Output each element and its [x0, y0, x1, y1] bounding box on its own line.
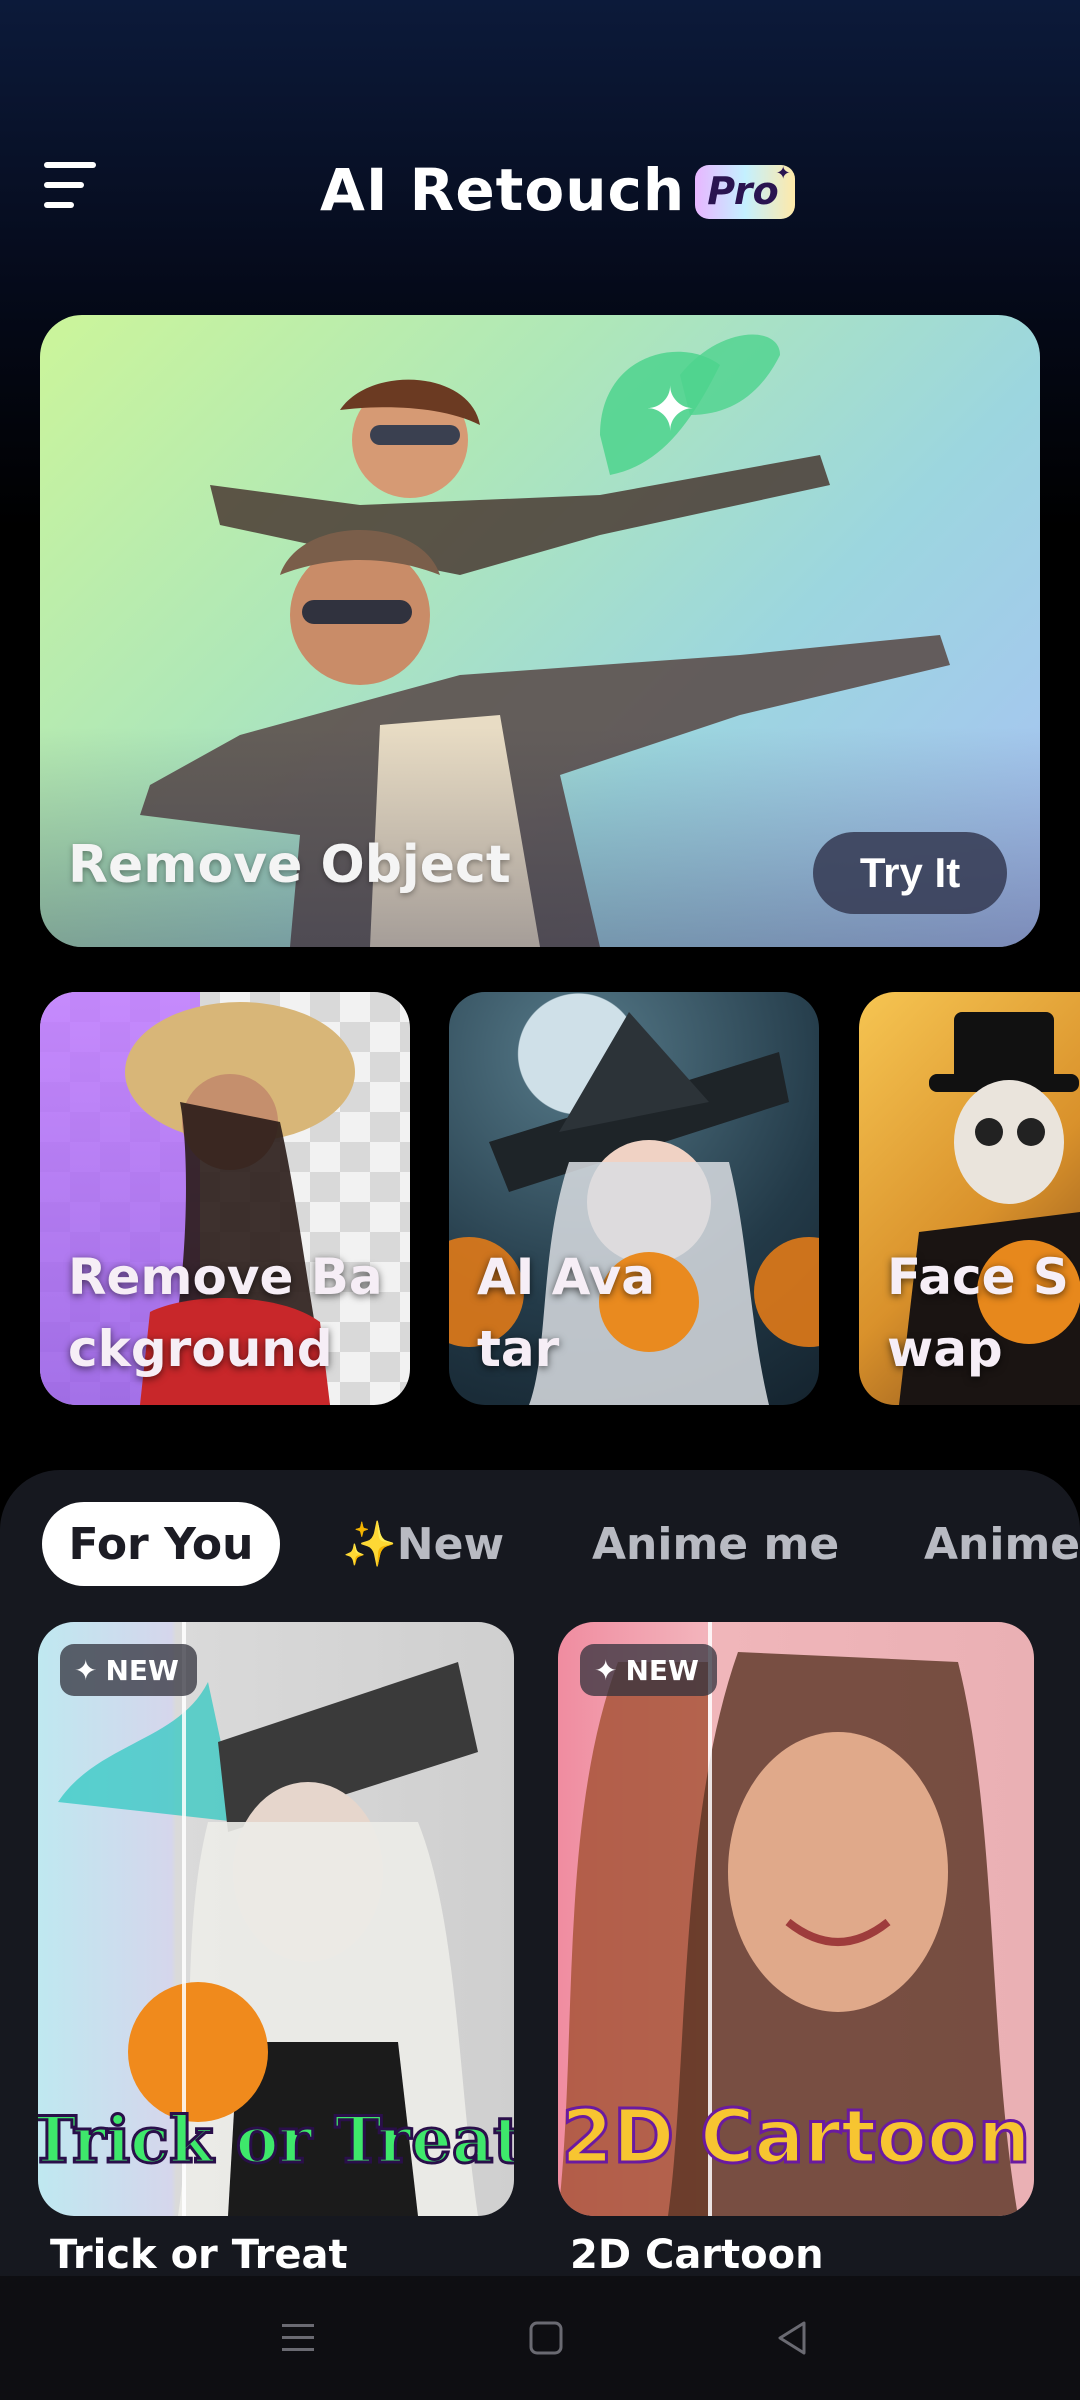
skull-eye: [1017, 1118, 1045, 1146]
sparkle-icon: ✦: [74, 1653, 98, 1687]
paint-splash: [58, 1682, 238, 1822]
tab-anime-me[interactable]: Anime me: [592, 1502, 839, 1586]
new-badge: ✦ NEW: [60, 1644, 197, 1696]
home-icon[interactable]: [514, 2306, 578, 2370]
hamburger-menu-icon[interactable]: [40, 160, 102, 216]
menu-line: [44, 202, 74, 208]
feature-card-face-swap[interactable]: Face Swap: [859, 992, 1080, 1405]
tile-title: 2D Cartoon: [570, 2232, 824, 2278]
system-navigation-bar: [0, 2276, 1080, 2400]
tile-title: Trick or Treat: [50, 2232, 348, 2278]
app-screen: AI Retouch Pro ✦ ✦ Remove Object Try It …: [0, 0, 1080, 2400]
tile-art-text: Trick or Treat: [38, 2103, 514, 2178]
menu-line: [44, 162, 96, 168]
tile-illustration: 2D Cartoon: [558, 1622, 1032, 2216]
sparkle-icon: ✦: [594, 1653, 618, 1687]
app-logo: AI Retouch Pro ✦: [320, 150, 795, 230]
sunglasses: [302, 600, 412, 624]
template-tile-trick-or-treat[interactable]: Trick or Treat ✦ NEW: [38, 1622, 514, 2216]
try-it-button[interactable]: Try It: [813, 832, 1007, 914]
new-badge-label: NEW: [625, 1653, 699, 1687]
tile-illustration: Trick or Treat: [38, 1622, 514, 2216]
feature-card-ai-avatar[interactable]: AI Avatar: [449, 992, 819, 1405]
feature-label: AI Avatar: [477, 1248, 655, 1378]
pro-badge-label: Pro: [707, 169, 779, 213]
template-tile-2d-cartoon[interactable]: 2D Cartoon ✦ NEW: [558, 1622, 1034, 2216]
app-header: AI Retouch Pro ✦: [0, 0, 1080, 300]
top-hat: [954, 1012, 1054, 1082]
sparkle-icon: ✦: [775, 163, 791, 184]
tab-new[interactable]: ✨New: [342, 1502, 504, 1586]
pumpkin: [754, 1237, 819, 1347]
tile-art-text: 2D Cartoon: [561, 2094, 1030, 2180]
hero-title: Remove Object: [68, 835, 511, 895]
new-badge: ✦ NEW: [580, 1644, 717, 1696]
person-face: [728, 1732, 948, 2012]
tab-for-you[interactable]: For You: [42, 1502, 280, 1586]
tab-anime[interactable]: Anime: [924, 1502, 1080, 1586]
hero-banner-remove-object[interactable]: ✦ Remove Object Try It: [40, 315, 1040, 947]
back-icon[interactable]: [760, 2306, 824, 2370]
feature-card-remove-background[interactable]: Remove Background: [40, 992, 410, 1405]
new-badge-label: NEW: [105, 1653, 179, 1687]
content-panel: For You ✨New Anime me Anime Trick or Tre…: [0, 1470, 1080, 2400]
feature-label: Face Swap: [887, 1248, 1069, 1378]
feature-label: Remove Background: [68, 1248, 383, 1378]
skull-face: [954, 1080, 1064, 1204]
pro-badge[interactable]: Pro ✦: [695, 163, 795, 219]
skull-eye: [975, 1118, 1003, 1146]
pumpkin: [128, 1982, 268, 2122]
sunglasses: [370, 425, 460, 445]
recents-icon[interactable]: [266, 2306, 330, 2370]
app-name: AI Retouch: [320, 156, 686, 224]
sparkle-icon: ✦: [645, 375, 695, 445]
category-tabs: For You ✨New Anime me Anime: [0, 1502, 1080, 1586]
menu-line: [44, 182, 84, 188]
